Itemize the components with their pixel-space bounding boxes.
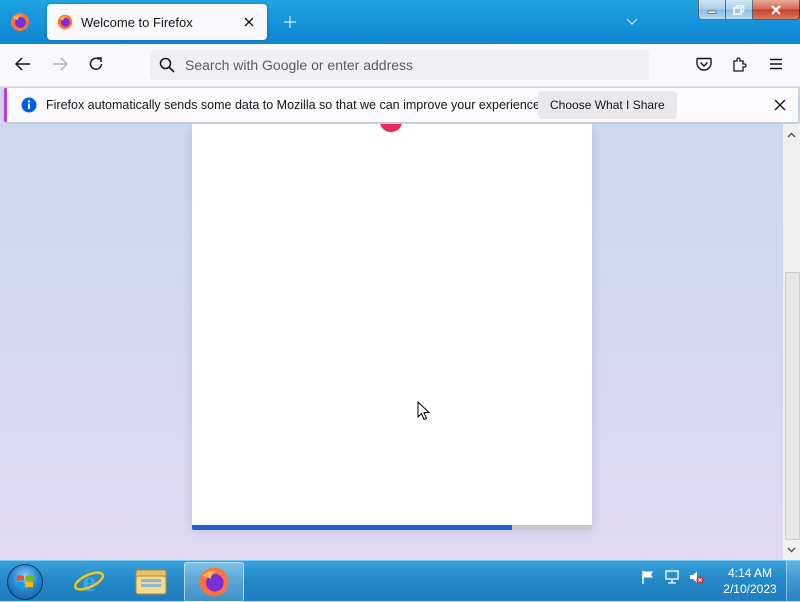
chevron-down-icon xyxy=(787,547,796,552)
title-bar: Welcome to Firefox xyxy=(0,0,800,44)
puzzle-icon xyxy=(733,57,747,72)
chevron-up-icon xyxy=(787,132,796,137)
show-desktop-button[interactable] xyxy=(786,561,800,601)
notification-message: Firefox automatically sends some data to… xyxy=(46,98,544,112)
search-icon xyxy=(159,57,175,73)
firefox-logo-icon xyxy=(11,13,29,31)
scrollbar-thumb[interactable] xyxy=(785,272,800,540)
minimize-button[interactable] xyxy=(698,0,726,20)
close-window-button[interactable] xyxy=(753,0,800,20)
address-bar[interactable] xyxy=(150,50,649,80)
taskbar: e 4:14 AM 2/10/2023 xyxy=(0,560,800,602)
window-controls xyxy=(698,0,800,20)
extensions-button[interactable] xyxy=(725,49,755,79)
plus-icon xyxy=(284,16,296,28)
tab-welcome[interactable]: Welcome to Firefox xyxy=(47,4,267,40)
folder-icon xyxy=(135,569,167,595)
mouse-cursor-icon xyxy=(417,401,431,421)
back-button[interactable] xyxy=(8,49,38,79)
hamburger-menu-icon xyxy=(770,58,782,70)
clock-time: 4:14 AM xyxy=(727,566,773,580)
decorative-dot xyxy=(380,124,402,132)
taskbar-internet-explorer[interactable]: e xyxy=(60,562,118,600)
restore-icon xyxy=(733,4,745,15)
onboarding-progress-bar xyxy=(192,525,592,530)
start-button[interactable] xyxy=(4,563,46,601)
taskbar-firefox[interactable] xyxy=(184,562,244,602)
minimize-icon xyxy=(707,10,717,14)
clock-date: 2/10/2023 xyxy=(723,582,777,596)
welcome-card xyxy=(192,124,592,530)
reload-icon xyxy=(89,57,103,70)
app-menu-button[interactable] xyxy=(761,49,791,79)
info-icon xyxy=(21,97,37,113)
progress-fill xyxy=(192,525,512,530)
firefox-logo-icon xyxy=(57,14,73,30)
telemetry-notification-bar: Firefox automatically sends some data to… xyxy=(4,88,798,122)
firefox-logo-icon xyxy=(199,567,229,597)
navigation-toolbar xyxy=(0,44,800,87)
volume-muted-icon[interactable] xyxy=(688,569,704,585)
tab-close-button[interactable] xyxy=(237,10,261,34)
vertical-scrollbar[interactable] xyxy=(783,124,800,560)
page-content xyxy=(0,124,783,560)
network-icon[interactable] xyxy=(664,569,680,585)
close-icon xyxy=(244,17,254,27)
arrow-right-icon xyxy=(53,57,68,71)
choose-what-i-share-button[interactable]: Choose What I Share xyxy=(538,91,677,119)
chevron-down-icon xyxy=(626,18,638,25)
pocket-button[interactable] xyxy=(689,49,719,79)
reload-button[interactable] xyxy=(81,49,111,79)
list-all-tabs-button[interactable] xyxy=(624,14,640,30)
close-icon xyxy=(774,99,786,111)
flag-icon[interactable] xyxy=(640,569,656,585)
restore-button[interactable] xyxy=(726,0,753,20)
arrow-left-icon xyxy=(15,57,30,71)
forward-button[interactable] xyxy=(45,49,75,79)
scroll-up-button[interactable] xyxy=(783,126,800,143)
notification-close-button[interactable] xyxy=(770,95,790,115)
firefox-view-button[interactable] xyxy=(0,0,40,44)
url-input[interactable] xyxy=(183,56,627,74)
system-clock[interactable]: 4:14 AM 2/10/2023 xyxy=(718,565,782,597)
internet-explorer-icon: e xyxy=(73,565,105,597)
svg-text:e: e xyxy=(82,565,95,597)
close-icon xyxy=(771,4,781,15)
windows-logo-icon xyxy=(7,564,43,600)
new-tab-button[interactable] xyxy=(280,12,300,32)
scroll-down-button[interactable] xyxy=(783,541,800,558)
pocket-icon xyxy=(696,57,712,71)
taskbar-file-explorer[interactable] xyxy=(122,562,180,600)
tab-title: Welcome to Firefox xyxy=(81,14,193,30)
system-tray xyxy=(640,569,704,585)
